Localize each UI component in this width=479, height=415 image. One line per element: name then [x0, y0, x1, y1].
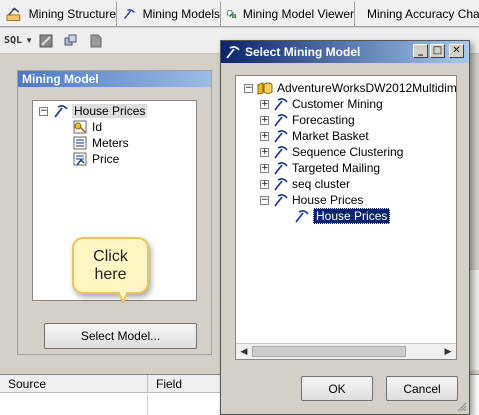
mining-structure-icon	[274, 145, 288, 159]
tree-node-label: AdventureWorksDW2012Multidimensional	[277, 81, 457, 95]
mining-model-icon	[295, 209, 309, 223]
key-column-icon	[73, 120, 87, 134]
tree-node-structure[interactable]: − House Prices	[260, 192, 363, 208]
tab-label: Mining Structure	[28, 7, 116, 21]
collapse-toggle[interactable]: −	[244, 83, 253, 93]
grid-cell[interactable]	[0, 394, 148, 415]
mining-model-group: Mining Model − House Prices Id Meters Pr…	[17, 70, 212, 355]
tree-node-column[interactable]: Price	[73, 151, 119, 167]
mining-model-group-title: Mining Model	[18, 71, 211, 87]
tree-node-label: Targeted Mailing	[292, 161, 381, 175]
document-icon[interactable]	[89, 34, 103, 48]
callout-line-1: Click	[93, 247, 128, 265]
maximize-button[interactable]: □	[430, 44, 445, 58]
tree-node-label: Forecasting	[292, 113, 355, 127]
predict-column-icon	[73, 152, 87, 166]
expand-toggle[interactable]: +	[260, 147, 269, 157]
tree-node-structure[interactable]: + seq cluster	[260, 176, 350, 192]
model-selection-tree[interactable]: − AdventureWorksDW2012Multidimensional +…	[235, 75, 457, 360]
tree-node-database[interactable]: − AdventureWorksDW2012Multidimensional	[244, 80, 457, 96]
input-column-icon	[73, 136, 87, 150]
mining-structure-icon	[274, 161, 288, 175]
tree-node-label: Sequence Clustering	[292, 145, 404, 159]
expand-toggle[interactable]: +	[260, 131, 269, 141]
tree-node-label: Meters	[92, 136, 129, 150]
select-model-button[interactable]: Select Model...	[44, 323, 197, 349]
tree-node-label: House Prices	[313, 208, 391, 224]
tab-label: Mining Models	[142, 7, 220, 21]
callout-line-2: here	[94, 265, 127, 283]
tab-mining-structure[interactable]: Mining Structure	[0, 2, 117, 26]
click-here-callout: Click here	[72, 237, 149, 294]
select-mining-model-dialog: Select Mining Model _ □ ✕ − AdventureWor…	[220, 40, 470, 415]
dialog-title: Select Mining Model	[245, 45, 361, 59]
sql-query-button[interactable]: SQL	[4, 35, 22, 46]
mining-structure-icon	[274, 97, 288, 111]
mining-viewer-icon	[227, 10, 237, 19]
mining-model-icon	[54, 104, 68, 118]
close-button[interactable]: ✕	[449, 44, 464, 58]
minimize-button[interactable]: _	[413, 44, 428, 58]
tree-node-root[interactable]: − House Prices	[39, 103, 148, 119]
expand-toggle[interactable]: +	[260, 115, 269, 125]
tree-node-structure[interactable]: + Customer Mining	[260, 96, 383, 112]
tab-mining-accuracy-chart[interactable]: Mining Accuracy Chart	[355, 2, 479, 26]
tree-node-structure[interactable]: + Market Basket	[260, 128, 369, 144]
scroll-right-arrow[interactable]: ▶	[440, 344, 456, 359]
mining-model-icon	[226, 45, 240, 59]
tree-node-label: Customer Mining	[292, 97, 383, 111]
tree-node-structure[interactable]: + Sequence Clustering	[260, 144, 403, 160]
tab-mining-models[interactable]: Mining Models	[117, 2, 221, 26]
tree-node-structure[interactable]: + Targeted Mailing	[260, 160, 380, 176]
mining-structure-icon	[274, 113, 288, 127]
collapse-toggle[interactable]: −	[260, 195, 269, 205]
grid-header-source[interactable]: Source	[0, 375, 148, 393]
designer-tab-strip: Mining Structure Mining Models Mining Mo…	[0, 0, 479, 27]
callout-pointer-fill	[119, 291, 127, 300]
mining-models-icon	[123, 9, 135, 19]
tree-node-column[interactable]: Id	[73, 119, 102, 135]
tree-node-label: Id	[92, 120, 103, 134]
cancel-button[interactable]: Cancel	[386, 376, 458, 401]
ok-button[interactable]: OK	[301, 376, 373, 401]
horizontal-scrollbar[interactable]: ◀ ▶	[236, 343, 456, 359]
collapse-toggle[interactable]: −	[39, 106, 48, 116]
database-cube-icon	[257, 82, 273, 95]
scroll-thumb[interactable]	[252, 346, 406, 357]
tree-node-label: House Prices	[292, 193, 364, 207]
mining-structure-icon	[274, 129, 288, 143]
expand-toggle[interactable]: +	[260, 163, 269, 173]
tree-node-label: Price	[92, 152, 120, 166]
singleton-query-icon[interactable]	[64, 34, 78, 48]
mining-structure-icon	[274, 193, 288, 207]
mining-structure-icon	[6, 7, 21, 21]
resize-grip-icon[interactable]	[457, 402, 467, 412]
mining-model-pane: Mining Model − House Prices Id Meters Pr…	[0, 55, 222, 367]
tree-node-model-selected[interactable]: House Prices	[294, 208, 391, 224]
view-dropdown-arrow[interactable]: ▼	[25, 36, 33, 45]
tree-node-structure[interactable]: + Forecasting	[260, 112, 355, 128]
tab-label: Mining Accuracy Chart	[367, 7, 479, 21]
scroll-left-arrow[interactable]: ◀	[236, 344, 252, 359]
switch-view-icon[interactable]	[39, 34, 53, 48]
tree-node-label: House Prices	[72, 104, 148, 118]
tree-node-column[interactable]: Meters	[73, 135, 129, 151]
expand-toggle[interactable]: +	[260, 99, 269, 109]
expand-toggle[interactable]: +	[260, 179, 269, 189]
mining-structure-icon	[274, 177, 288, 191]
tree-node-label: Market Basket	[292, 129, 369, 143]
tab-mining-model-viewer[interactable]: Mining Model Viewer	[221, 2, 355, 26]
tab-label: Mining Model Viewer	[242, 7, 354, 21]
tree-node-label: seq cluster	[292, 177, 351, 191]
